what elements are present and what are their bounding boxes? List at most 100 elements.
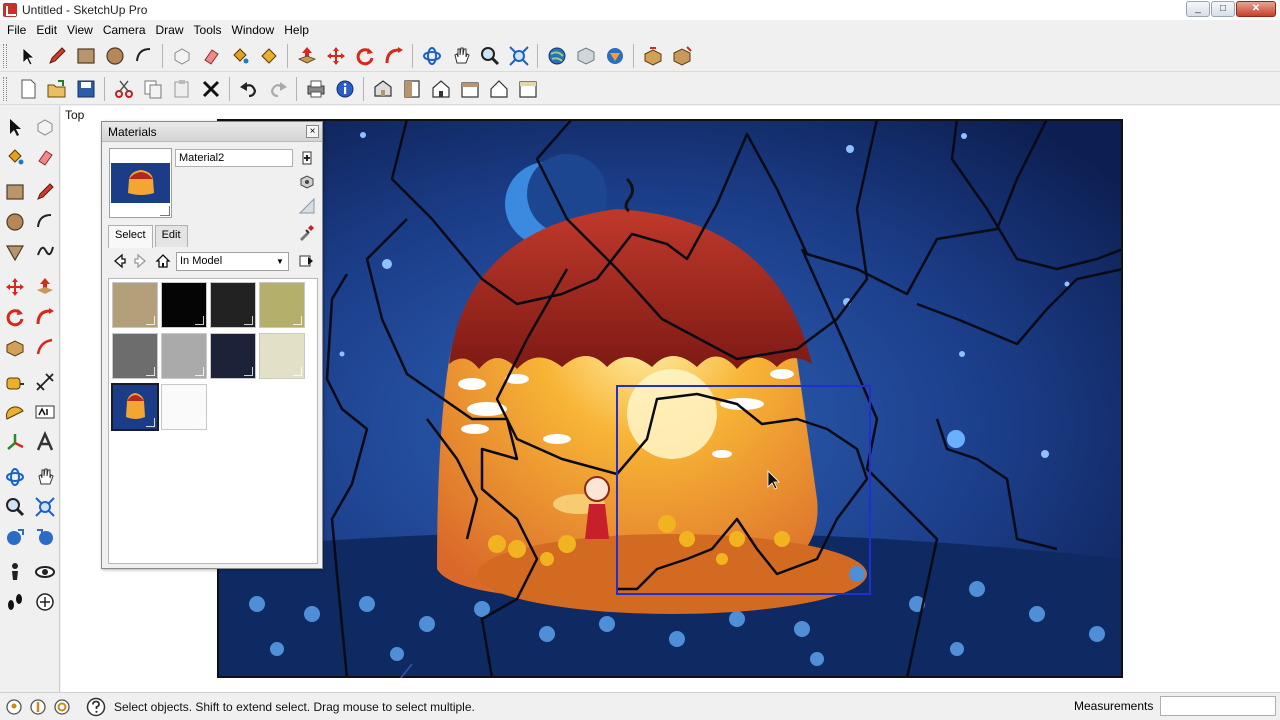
paste-icon[interactable] [167,74,196,103]
select-icon[interactable] [13,41,42,70]
help-icon[interactable] [86,697,106,717]
material-swatch[interactable] [161,282,207,328]
materials-close-button[interactable]: × [306,125,319,138]
zoom-icon[interactable] [475,41,504,70]
material-swatch[interactable] [161,333,207,379]
scale-icon[interactable] [638,41,667,70]
create-material-icon[interactable] [298,149,316,167]
section-plane-icon[interactable] [31,588,59,616]
zoom-extents-icon[interactable] [504,41,533,70]
tape-measure-icon[interactable] [1,368,29,396]
pan-icon[interactable] [31,463,59,491]
forward-arrow-icon[interactable] [130,250,152,272]
material-swatch-selected[interactable] [111,383,159,431]
menu-window[interactable]: Window [227,20,280,40]
arc-icon[interactable] [129,41,158,70]
arc-icon[interactable] [31,208,59,236]
material-swatch[interactable] [259,282,305,328]
eyedropper-icon[interactable] [297,224,315,242]
3d-text-icon[interactable] [31,428,59,456]
share-model-icon[interactable] [571,41,600,70]
push-pull-icon[interactable] [31,273,59,301]
material-swatch-empty[interactable] [161,384,207,430]
eraser-icon[interactable] [196,41,225,70]
paint-bucket-icon[interactable] [225,41,254,70]
materials-header[interactable]: Materials × [102,122,322,142]
redo-icon[interactable] [263,74,292,103]
cut-icon[interactable] [109,74,138,103]
back-view-icon[interactable] [484,74,513,103]
tab-edit[interactable]: Edit [154,225,188,247]
toolbar-grip[interactable] [3,43,7,68]
rectangle-icon[interactable] [1,178,29,206]
scale-icon[interactable] [1,333,29,361]
display-secondary-icon[interactable] [298,172,316,190]
menu-draw[interactable]: Draw [151,20,189,40]
minimize-button[interactable]: _ [1186,1,1210,17]
menu-edit[interactable]: Edit [31,20,62,40]
position-camera-icon[interactable] [1,558,29,586]
close-button[interactable]: ✕ [1236,1,1276,17]
geo-location-icon[interactable] [4,697,24,717]
top-view-icon[interactable] [397,74,426,103]
freehand-icon[interactable] [31,238,59,266]
previous-view-icon[interactable] [1,523,29,551]
menu-help[interactable]: Help [279,20,314,40]
front-view-icon[interactable] [426,74,455,103]
menu-tools[interactable]: Tools [189,20,227,40]
eraser-icon[interactable] [31,143,59,171]
open-file-icon[interactable] [42,74,71,103]
new-file-icon[interactable] [13,74,42,103]
left-view-icon[interactable] [513,74,542,103]
textured-face-scene[interactable] [217,119,1123,678]
material-swatch[interactable] [210,333,256,379]
pan-icon[interactable] [446,41,475,70]
follow-me-icon[interactable] [31,303,59,331]
make-component-icon[interactable] [167,41,196,70]
follow-me-icon[interactable] [379,41,408,70]
menu-camera[interactable]: Camera [98,20,151,40]
details-arrow-icon[interactable] [295,250,317,272]
undo-icon[interactable] [234,74,263,103]
tab-select[interactable]: Select [108,225,153,248]
iso-view-icon[interactable] [368,74,397,103]
move-icon[interactable] [1,273,29,301]
zoom-icon[interactable] [1,493,29,521]
zoom-extents-icon[interactable] [31,493,59,521]
print-icon[interactable] [301,74,330,103]
walk-icon[interactable] [1,588,29,616]
push-pull-icon[interactable] [292,41,321,70]
look-around-icon[interactable] [31,558,59,586]
axes-icon[interactable] [1,428,29,456]
make-component-icon[interactable] [31,113,59,141]
toolbar-grip[interactable] [3,76,7,101]
credits-icon[interactable] [28,697,48,717]
erase-icon[interactable] [196,74,225,103]
material-swatch[interactable] [210,282,256,328]
text-icon[interactable] [31,398,59,426]
paint-bucket-alt-icon[interactable] [254,41,283,70]
circle-icon[interactable] [1,208,29,236]
rotate-icon[interactable] [1,303,29,331]
material-swatch[interactable] [259,333,305,379]
paint-bucket-icon[interactable] [1,143,29,171]
sample-paint-icon[interactable] [298,197,316,215]
polygon-icon[interactable] [1,238,29,266]
measurements-input[interactable] [1160,696,1276,716]
material-swatch[interactable] [112,333,158,379]
select-icon[interactable] [1,113,29,141]
get-models-icon[interactable] [542,41,571,70]
pencil-icon[interactable] [42,41,71,70]
protractor-icon[interactable] [1,398,29,426]
move-icon[interactable] [321,41,350,70]
pencil-icon[interactable] [31,178,59,206]
rotate-icon[interactable] [350,41,379,70]
copy-icon[interactable] [138,74,167,103]
sign-in-icon[interactable] [52,697,72,717]
menu-view[interactable]: View [62,20,98,40]
offset-icon[interactable] [667,41,696,70]
save-icon[interactable] [71,74,100,103]
menu-file[interactable]: File [2,20,31,40]
offset-icon[interactable] [31,333,59,361]
orbit-icon[interactable] [417,41,446,70]
